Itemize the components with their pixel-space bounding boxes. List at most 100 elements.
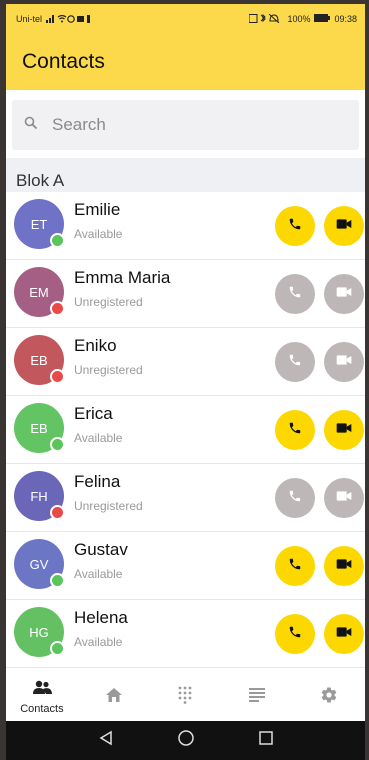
contact-row[interactable]: EB Erica Available	[6, 396, 365, 464]
contact-info: Gustav Available	[74, 540, 128, 581]
video-call-button[interactable]	[324, 546, 364, 586]
contact-list: ET Emilie Available EM Emma Maria Unregistere…	[6, 192, 365, 668]
contact-status: Unregistered	[74, 295, 143, 309]
phone-icon	[288, 489, 302, 508]
contact-name: Eniko	[74, 336, 117, 355]
tab-dialpad[interactable]	[150, 673, 222, 721]
video-camera-icon	[336, 557, 352, 576]
tab-home[interactable]	[78, 673, 150, 721]
section-header: Blok A	[6, 158, 365, 192]
video-camera-icon	[336, 285, 352, 304]
home-circle-icon[interactable]	[177, 729, 195, 752]
presence-indicator	[50, 301, 65, 316]
tab-label: Contacts	[20, 702, 64, 715]
video-camera-icon	[336, 489, 352, 508]
avatar-initials: EB	[30, 420, 48, 436]
video-camera-icon	[336, 217, 352, 236]
contact-row[interactable]: EM Emma Maria Unregistered	[6, 260, 365, 328]
page-title: Contacts	[22, 50, 105, 73]
contact-info: Emma Maria Unregistered	[74, 268, 170, 309]
presence-indicator	[50, 437, 65, 452]
status-bar: Uni-tel 100% 09:38	[6, 4, 365, 34]
status-icons	[248, 13, 283, 25]
avatar-initials: FH	[30, 488, 48, 504]
avatar: GV	[14, 539, 65, 589]
contact-info: Felina Unregistered	[74, 472, 143, 513]
presence-indicator	[50, 369, 65, 384]
call-button[interactable]	[275, 410, 315, 450]
contact-row[interactable]: ET Emilie Available	[6, 192, 365, 260]
search-icon	[24, 116, 38, 135]
contact-row[interactable]: HG Helena Available	[6, 600, 365, 668]
contact-row[interactable]: FH Felina Unregistered	[6, 464, 365, 532]
video-camera-icon	[336, 421, 352, 440]
presence-indicator	[50, 573, 65, 588]
call-button[interactable]	[275, 342, 315, 382]
contact-row[interactable]: GV Gustav Available	[6, 532, 365, 600]
call-button[interactable]	[275, 546, 315, 586]
tab-list[interactable]	[221, 673, 293, 721]
search-container	[6, 90, 365, 158]
presence-indicator	[50, 233, 65, 248]
avatar-initials: HG	[29, 624, 49, 640]
contact-status: Available	[74, 567, 123, 581]
contact-status: Available	[74, 227, 123, 241]
presence-indicator	[50, 505, 65, 520]
battery-icon	[314, 14, 331, 24]
phone-screen: Uni-tel 100% 09:38 Contacts Search Blok …	[6, 4, 365, 760]
bottom-tab-bar: Contacts	[6, 673, 365, 721]
system-nav-bar	[6, 721, 365, 760]
contact-info: Emilie Available	[74, 200, 122, 241]
contact-row[interactable]: EB Eniko Unregistered	[6, 328, 365, 396]
carrier-label: Uni-tel	[16, 14, 43, 24]
contact-name: Erica	[74, 404, 113, 423]
avatar: ET	[14, 199, 65, 249]
avatar: EB	[14, 403, 65, 453]
video-call-button[interactable]	[324, 614, 364, 654]
dialpad-icon	[178, 686, 192, 709]
avatar: EB	[14, 335, 65, 385]
contact-name: Helena	[74, 608, 128, 627]
gear-icon	[320, 686, 338, 709]
clock: 09:38	[334, 14, 357, 24]
app-bar: Contacts	[6, 34, 365, 90]
avatar-initials: GV	[29, 556, 49, 572]
video-camera-icon	[336, 353, 352, 372]
contacts-icon	[31, 680, 53, 701]
video-call-button[interactable]	[324, 206, 364, 246]
tab-gear[interactable]	[293, 673, 365, 721]
video-call-button[interactable]	[324, 342, 364, 382]
call-button[interactable]	[275, 274, 315, 314]
signal-icons	[46, 14, 94, 25]
back-icon[interactable]	[98, 730, 114, 751]
video-call-button[interactable]	[324, 478, 364, 518]
contact-info: Eniko Unregistered	[74, 336, 143, 377]
phone-icon	[288, 421, 302, 440]
call-button[interactable]	[275, 614, 315, 654]
tab-contacts[interactable]: Contacts	[6, 673, 78, 721]
avatar-initials: EM	[29, 284, 49, 300]
battery-percent: 100%	[287, 14, 311, 24]
section-title: Blok A	[16, 171, 65, 190]
call-button[interactable]	[275, 206, 315, 246]
search-bar[interactable]	[12, 100, 359, 150]
avatar-initials: EB	[30, 352, 48, 368]
contact-name: Felina	[74, 472, 121, 491]
phone-icon	[288, 285, 302, 304]
phone-icon	[288, 353, 302, 372]
list-icon	[249, 687, 266, 707]
contact-info: Helena Available	[74, 608, 128, 649]
recents-icon[interactable]	[258, 730, 274, 751]
search-input[interactable]	[52, 115, 292, 135]
video-call-button[interactable]	[324, 274, 364, 314]
call-button[interactable]	[275, 478, 315, 518]
video-call-button[interactable]	[324, 410, 364, 450]
phone-icon	[288, 217, 302, 236]
presence-indicator	[50, 641, 65, 656]
contact-status: Unregistered	[74, 363, 143, 377]
contact-info: Erica Available	[74, 404, 122, 445]
avatar: HG	[14, 607, 65, 657]
video-camera-icon	[336, 625, 352, 644]
phone-icon	[288, 625, 302, 644]
contact-name: Gustav	[74, 540, 128, 559]
